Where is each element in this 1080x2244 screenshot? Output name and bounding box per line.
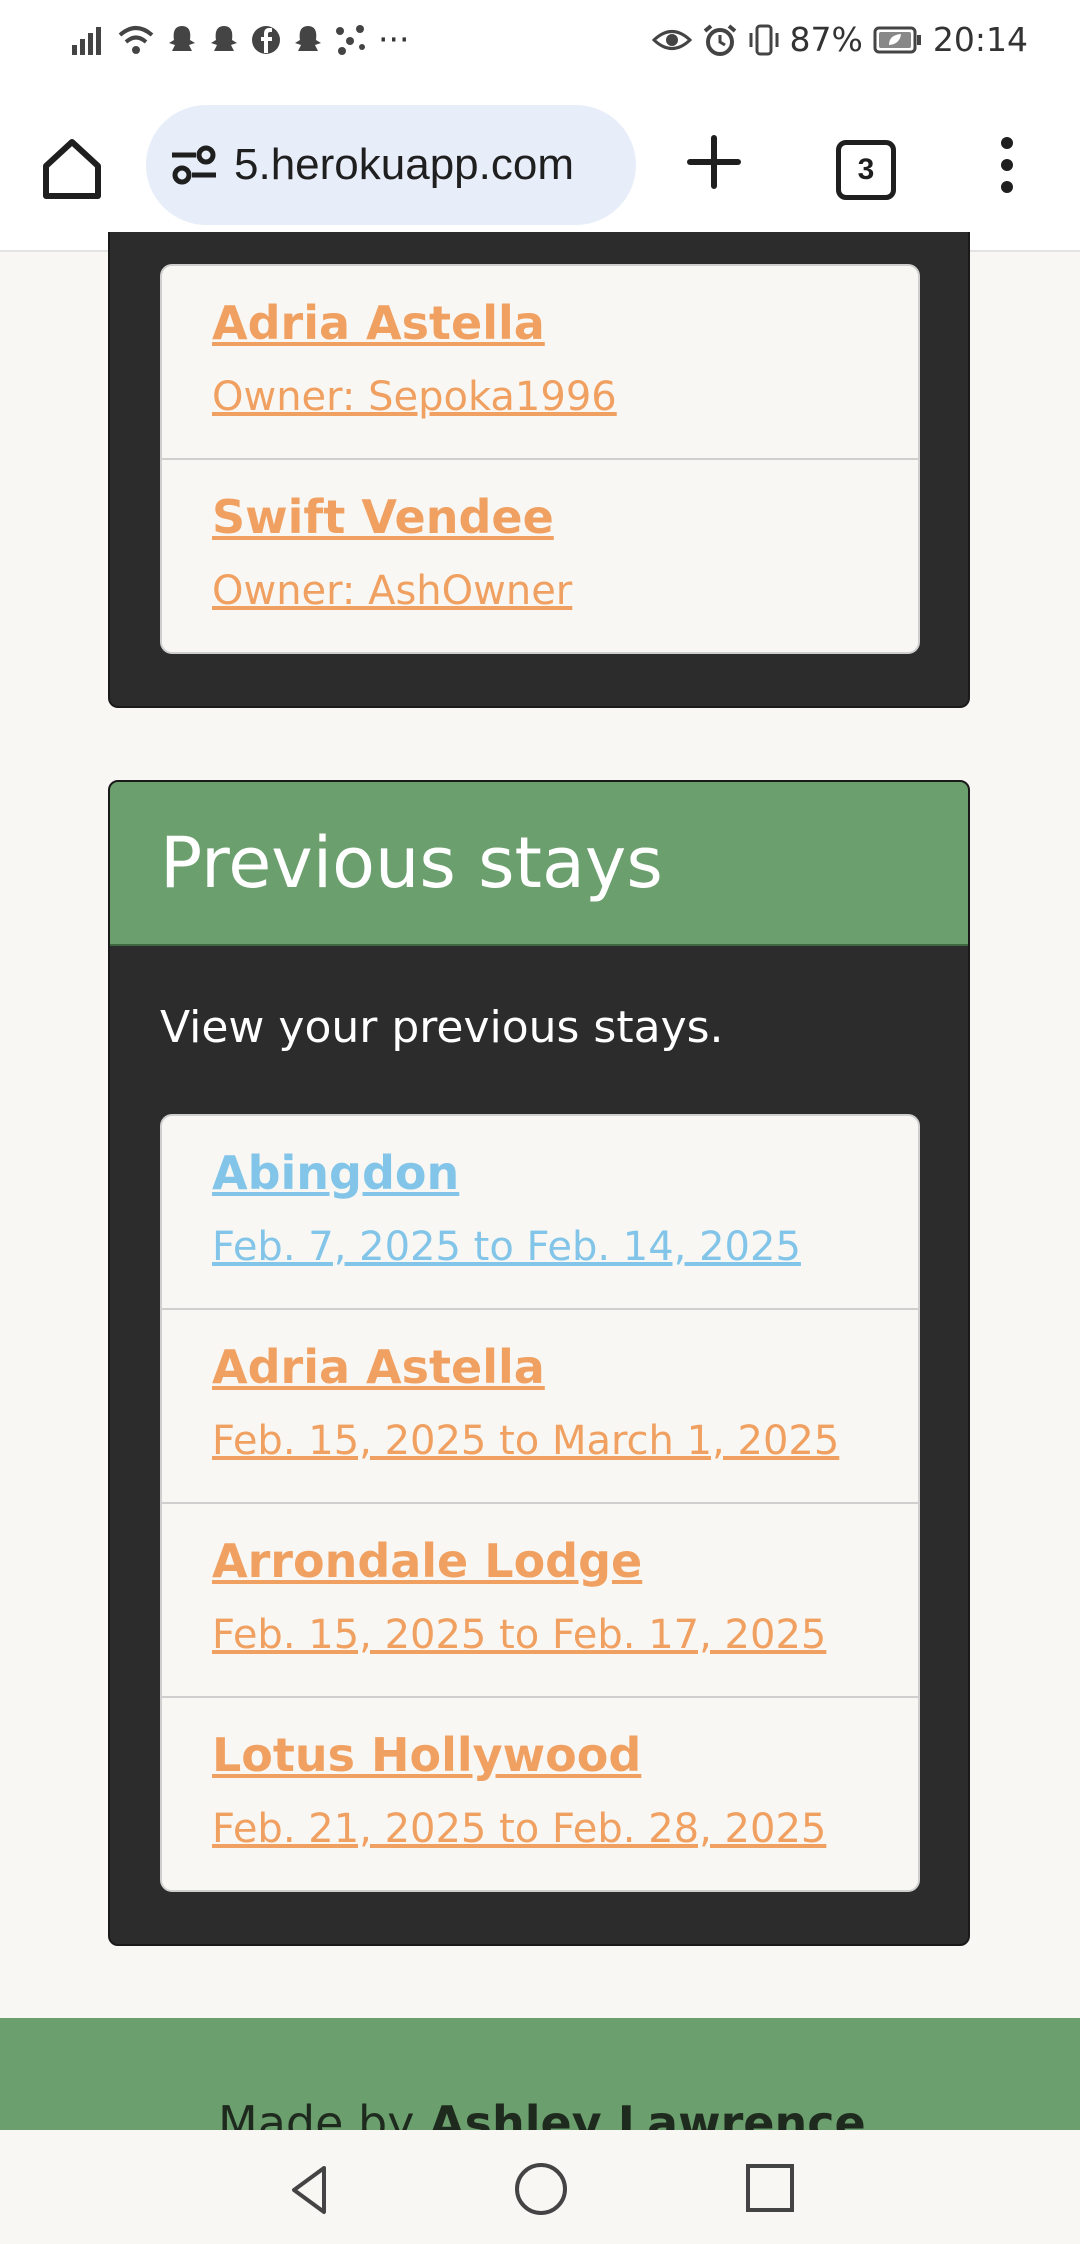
stay-dates-link[interactable]: Feb. 21, 2025 to Feb. 28, 2025 (212, 1806, 826, 1852)
property-link[interactable]: Swift Vendee (212, 490, 554, 544)
address-bar[interactable]: 5.herokuapp.com (146, 105, 636, 225)
properties-card: Adria Astella Owner: Sepoka1996 Swift Ve… (108, 232, 970, 708)
list-item[interactable]: Adria Astella Owner: Sepoka1996 (162, 266, 918, 460)
stays-list: Abingdon Feb. 7, 2025 to Feb. 14, 2025 A… (160, 1114, 920, 1892)
tab-count: 3 (857, 153, 875, 186)
facebook-icon (252, 26, 280, 54)
home-icon[interactable] (36, 132, 108, 204)
card-title: Previous stays (160, 822, 663, 904)
system-indicators: 87% 20:14 (651, 18, 1028, 62)
snapchat-icon-2 (211, 26, 237, 51)
eye-icon (651, 30, 692, 50)
tab-switcher-button[interactable]: 3 (836, 140, 896, 200)
status-bar: ··· 87% 20:14 (0, 0, 1080, 80)
footer-credit: Made by Ashley Lawrence (218, 2096, 866, 2130)
new-tab-icon[interactable] (684, 132, 744, 192)
signal-icon (72, 27, 101, 55)
author-name: Ashley Lawrence (429, 2096, 866, 2130)
owner-link[interactable]: Owner: AshOwner (212, 568, 572, 614)
recent-apps-icon[interactable] (744, 2162, 796, 2214)
snapchat-icon-3 (295, 26, 321, 51)
snapchat-icon (169, 26, 195, 51)
stay-link[interactable]: Abingdon (212, 1146, 459, 1200)
stay-dates-link[interactable]: Feb. 7, 2025 to Feb. 14, 2025 (212, 1224, 801, 1270)
list-item[interactable]: Adria Astella Feb. 15, 2025 to March 1, … (162, 1310, 918, 1504)
site-settings-icon[interactable] (166, 137, 222, 193)
back-icon[interactable] (280, 2160, 340, 2220)
properties-list: Adria Astella Owner: Sepoka1996 Swift Ve… (160, 264, 920, 654)
more-notifications-indicator: ··· (378, 20, 410, 59)
battery-percentage: 87% (789, 20, 863, 59)
property-link[interactable]: Adria Astella (212, 296, 545, 350)
alarm-icon (703, 24, 736, 56)
browser-toolbar: 5.herokuapp.com 3 (0, 80, 1080, 252)
clock: 20:14 (932, 20, 1028, 59)
dots-app-icon (336, 25, 365, 55)
list-item[interactable]: Arrondale Lodge Feb. 15, 2025 to Feb. 17… (162, 1504, 918, 1698)
url-text[interactable]: 5.herokuapp.com (234, 140, 574, 190)
stay-link[interactable]: Lotus Hollywood (212, 1728, 641, 1782)
previous-stays-card: Previous stays View your previous stays.… (108, 780, 970, 1946)
made-by-label: Made by (218, 2096, 415, 2130)
owner-link[interactable]: Owner: Sepoka1996 (212, 374, 617, 420)
stay-dates-link[interactable]: Feb. 15, 2025 to Feb. 17, 2025 (212, 1612, 826, 1658)
card-header: Previous stays (110, 782, 968, 946)
home-nav-icon[interactable] (512, 2160, 570, 2218)
card-description: View your previous stays. (160, 1002, 724, 1053)
list-item[interactable]: Lotus Hollywood Feb. 21, 2025 to Feb. 28… (162, 1698, 918, 1890)
more-menu-icon[interactable] (995, 135, 1019, 195)
site-footer: Made by Ashley Lawrence (0, 2018, 1080, 2130)
list-item[interactable]: Swift Vendee Owner: AshOwner (162, 460, 918, 652)
stay-link[interactable]: Arrondale Lodge (212, 1534, 642, 1588)
stay-dates-link[interactable]: Feb. 15, 2025 to March 1, 2025 (212, 1418, 839, 1464)
list-item[interactable]: Abingdon Feb. 7, 2025 to Feb. 14, 2025 (162, 1116, 918, 1310)
notification-icons: ··· (70, 18, 409, 62)
battery-saver-icon (873, 26, 921, 54)
vibrate-icon (749, 24, 779, 56)
wifi-icon (118, 26, 154, 54)
system-navigation-bar (0, 2130, 1080, 2244)
stay-link[interactable]: Adria Astella (212, 1340, 545, 1394)
